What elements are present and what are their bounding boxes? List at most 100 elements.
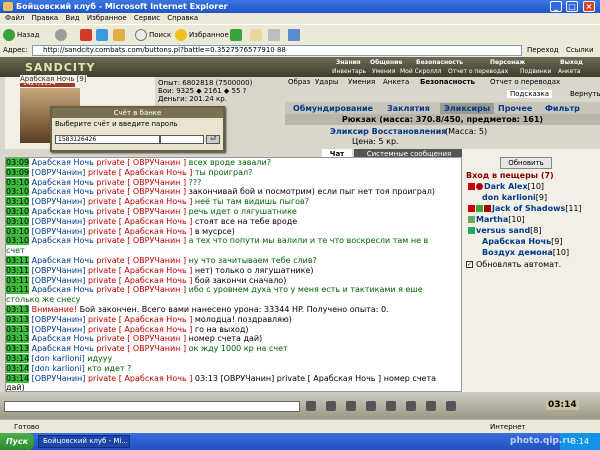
clear-icon[interactable] <box>346 401 356 411</box>
chat-nick[interactable]: Арабская Ночь <box>32 187 94 196</box>
links-button[interactable]: Ссылки <box>566 44 594 57</box>
subnav-inventory[interactable]: Инвентарь <box>332 67 366 76</box>
go-button[interactable]: Переход <box>527 44 559 57</box>
player-item[interactable]: Арабская Ночь[9] <box>482 237 562 246</box>
chat-private-tag[interactable]: private [ ОВРУЧанин ] <box>96 178 186 187</box>
send-icon[interactable] <box>306 401 316 411</box>
maximize-button[interactable]: □ <box>566 1 578 12</box>
address-input[interactable]: http://sandcity.combats.com/buttons.pl?b… <box>32 45 522 56</box>
print-button[interactable] <box>268 28 282 42</box>
cat-filter[interactable]: Фильтр <box>545 103 580 114</box>
forward-button[interactable] <box>55 28 69 42</box>
chat-private-tag[interactable]: private [ Арабская Ночь ] <box>88 266 192 275</box>
chat-nick[interactable]: [ОВРУЧанин] <box>32 266 86 275</box>
subnav-transfers[interactable]: Отчет о переводах <box>448 67 508 76</box>
chat-nick[interactable]: Арабская Ночь <box>32 178 94 187</box>
chat-nick[interactable]: [ОВРУЧанин] <box>32 168 86 177</box>
chat-private-tag[interactable]: private [ ОВРУЧанин ] <box>96 285 186 294</box>
settings-icon[interactable] <box>426 401 436 411</box>
exit-icon[interactable] <box>446 401 456 411</box>
chat-private-tag[interactable]: private [ ОВРУЧанин ] <box>96 187 186 196</box>
chat-private-tag[interactable]: private [ ОВРУЧанин ] <box>96 334 186 343</box>
stop-button[interactable] <box>80 28 94 42</box>
character-name[interactable]: Арабская Ночь [9] <box>20 75 87 83</box>
chat-input[interactable] <box>4 401 300 412</box>
refresh-button[interactable] <box>96 28 110 42</box>
favorites-button[interactable]: Избранное <box>175 28 229 42</box>
chat-nick[interactable]: [ОВРУЧанин] <box>32 374 86 383</box>
nav-character[interactable]: Персонаж <box>490 58 525 67</box>
chat-private-tag[interactable]: private [ ОВРУЧанин ] <box>96 207 186 216</box>
chat-nick[interactable]: Арабская Ночь <box>32 285 94 294</box>
tab-security[interactable]: Безопасность <box>420 78 475 86</box>
sound-icon[interactable] <box>406 401 416 411</box>
player-item[interactable]: Jack of Shadows[11] <box>468 204 582 213</box>
mail-button[interactable] <box>250 28 264 42</box>
subnav-skills[interactable]: Умения <box>372 67 395 76</box>
item-name[interactable]: Эликсир Восстановления <box>330 127 446 136</box>
taskbar-item-ie[interactable]: Бойцовский клуб - Mi... <box>38 435 130 448</box>
nav-communication[interactable]: Общение <box>370 58 402 67</box>
history-button[interactable] <box>230 28 244 42</box>
tab-transfers[interactable]: Отчет о переводах <box>490 78 560 86</box>
tab-strikes[interactable]: Удары <box>315 78 338 86</box>
player-item[interactable]: versus sand[8] <box>468 226 542 235</box>
chat-nick[interactable]: Арабская Ночь <box>32 344 94 353</box>
smile-icon[interactable] <box>326 401 336 411</box>
player-item[interactable]: Воздух демона[10] <box>482 248 569 257</box>
filter-icon[interactable] <box>366 401 376 411</box>
tab-skills[interactable]: Умения <box>348 78 375 86</box>
chat-private-tag[interactable]: private [ Арабская Ночь ] <box>88 374 192 383</box>
chat-nick[interactable]: [ОВРУЧанин] <box>32 325 86 334</box>
chat-nick[interactable]: [ОВРУЧанин] <box>32 315 86 324</box>
subnav-profile[interactable]: Анкета <box>558 67 581 76</box>
menu-favorites[interactable]: Избранное <box>87 14 127 22</box>
auto-refresh-checkbox[interactable]: ✓ Обновлять автомат. <box>466 260 561 269</box>
cat-equipment[interactable]: Обмундирование <box>293 103 373 114</box>
chat-private-tag[interactable]: private [ Арабская Ночь ] <box>88 217 192 226</box>
menu-help[interactable]: Справка <box>167 14 198 22</box>
nav-security[interactable]: Безопасность <box>416 58 463 67</box>
chat-nick[interactable]: Арабская Ночь <box>32 256 94 265</box>
chat-nick[interactable]: Арабская Ночь <box>32 158 94 167</box>
chat-private-tag[interactable]: private [ Арабская Ночь ] <box>88 315 192 324</box>
cat-spells[interactable]: Заклятия <box>387 103 430 114</box>
chat-private-tag[interactable]: private [ ОВРУЧанин ] <box>96 236 186 245</box>
chat-private-tag[interactable]: private [ Арабская Ночь ] <box>88 197 192 206</box>
nav-exit[interactable]: Выход <box>560 58 583 67</box>
player-item[interactable]: don karlioni[9] <box>482 193 547 202</box>
menu-view[interactable]: Вид <box>65 14 79 22</box>
cat-other[interactable]: Прочее <box>498 103 532 114</box>
chat-nick[interactable]: Арабская Ночь <box>32 334 94 343</box>
chat-private-tag[interactable]: private [ Арабская Ночь ] <box>88 325 192 334</box>
minimize-button[interactable]: _ <box>550 1 562 12</box>
player-item[interactable]: Martha[10] <box>468 215 525 224</box>
chat-private-tag[interactable]: private [ Арабская Ночь ] <box>88 168 192 177</box>
subnav-scroll[interactable]: Мой Скроллл <box>400 67 441 76</box>
player-item[interactable]: Dark Alex[10] <box>468 182 544 191</box>
chat-log[interactable]: 03:09 Арабская Ночь private [ ОВРУЧанин … <box>5 157 462 392</box>
refresh-button[interactable]: Обновить <box>500 157 552 169</box>
chat-private-tag[interactable]: private [ Арабская Ночь ] <box>88 227 192 236</box>
chat-private-tag[interactable]: private [ ОВРУЧанин ] <box>96 158 186 167</box>
chat-nick[interactable]: [ОВРУЧанин] <box>32 276 86 285</box>
subnav-gifts[interactable]: Подвинки <box>520 67 551 76</box>
home-button[interactable] <box>113 28 127 42</box>
chat-private-tag[interactable]: private [ ОВРУЧанин ] <box>96 344 186 353</box>
tab-profile[interactable]: Анкета <box>383 78 409 86</box>
scroll-icon[interactable] <box>386 401 396 411</box>
chat-nick[interactable]: [ОВРУЧанин] <box>32 217 86 226</box>
nav-knowledge[interactable]: Знания <box>336 58 361 67</box>
chat-nick[interactable]: [don karlioni] <box>32 354 85 363</box>
dialog-ok-button[interactable]: ⏎ <box>206 135 220 144</box>
tab-return[interactable]: Вернуться <box>570 90 600 98</box>
chat-private-tag[interactable]: private [ Арабская Ночь ] <box>88 276 192 285</box>
chat-nick[interactable]: [don karlioni] <box>32 364 85 373</box>
chat-nick[interactable]: Арабская Ночь <box>32 207 94 216</box>
start-button[interactable]: Пуск <box>0 433 34 450</box>
search-button[interactable]: Поиск <box>135 28 171 42</box>
account-select[interactable]: 1583126426 <box>55 135 160 144</box>
chat-nick[interactable]: Арабская Ночь <box>32 236 94 245</box>
password-input[interactable] <box>160 135 204 144</box>
tab-image[interactable]: Образ <box>288 78 310 86</box>
